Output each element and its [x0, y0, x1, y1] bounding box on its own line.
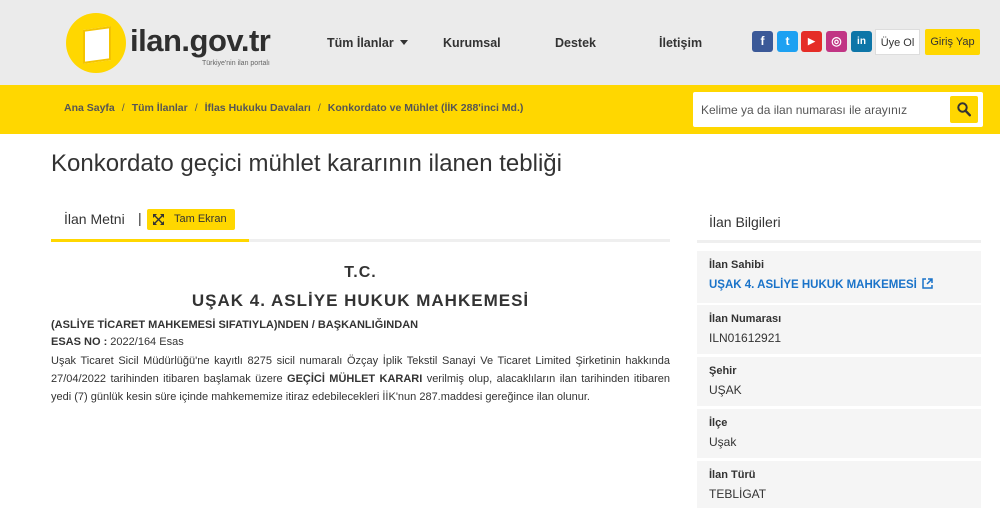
- chevron-down-icon: [399, 40, 408, 45]
- site-header: ilan.gov.tr Türkiye'nin ilan portalı Tüm…: [0, 0, 1000, 85]
- search-input[interactable]: [701, 101, 941, 119]
- info-row-district: İlçe Uşak: [697, 409, 981, 458]
- search-button[interactable]: [950, 96, 978, 123]
- fullscreen-label: Tam Ekran: [174, 213, 227, 225]
- sidebar-title: İlan Bilgileri: [709, 214, 781, 230]
- logo-text: ilan.gov.tr: [130, 23, 271, 58]
- sidebar-underline: [697, 240, 981, 243]
- info-label: İlan Sahibi: [709, 259, 765, 271]
- breadcrumb-item-concordat[interactable]: Konkordato ve Mühlet (İİK 288'inci Md.): [328, 102, 524, 114]
- search-box: [693, 92, 983, 127]
- info-row-type: İlan Türü TEBLİGAT: [697, 461, 981, 508]
- logo-subtitle: Türkiye'nin ilan portalı: [202, 60, 270, 67]
- body-text-bold: GEÇİCİ MÜHLET KARARI: [287, 373, 423, 385]
- esas-label: ESAS NO :: [51, 336, 108, 348]
- info-row-number: İlan Numarası ILN01612921: [697, 305, 981, 354]
- document-body: Uşak Ticaret Sicil Müdürlüğü'ne kayıtlı …: [51, 352, 670, 406]
- search-icon: [957, 102, 971, 117]
- site-logo[interactable]: ilan.gov.tr Türkiye'nin ilan portalı: [66, 13, 276, 75]
- tab-active-indicator: [51, 239, 249, 242]
- nav-tum-ilanlar[interactable]: Tüm İlanlar: [327, 36, 408, 50]
- info-value-owner[interactable]: UŞAK 4. ASLİYE HUKUK MAHKEMESİ: [709, 277, 933, 291]
- info-label: İlan Türü: [709, 469, 756, 481]
- logo-book-icon: [83, 26, 111, 64]
- page-title: Konkordato geçici mühlet kararının ilane…: [51, 150, 562, 177]
- info-value: UŞAK: [709, 383, 742, 397]
- info-label: Şehir: [709, 365, 737, 377]
- register-button[interactable]: Üye Ol: [875, 29, 920, 55]
- info-value: Uşak: [709, 435, 737, 449]
- tab-ilan-metni[interactable]: İlan Metni: [64, 211, 125, 227]
- info-row-city: Şehir UŞAK: [697, 357, 981, 406]
- fullscreen-button[interactable]: Tam Ekran: [147, 209, 235, 230]
- document-tc: T.C.: [344, 264, 377, 281]
- info-row-owner: İlan Sahibi UŞAK 4. ASLİYE HUKUK MAHKEME…: [697, 251, 981, 303]
- nav-kurumsal[interactable]: Kurumsal: [443, 36, 501, 50]
- info-label: İlçe: [709, 417, 728, 429]
- linkedin-icon[interactable]: in: [851, 31, 872, 52]
- breadcrumb-item-all-ads[interactable]: Tüm İlanlar: [132, 102, 188, 114]
- nav-destek[interactable]: Destek: [555, 36, 596, 50]
- facebook-icon[interactable]: f: [752, 31, 773, 52]
- external-link-icon[interactable]: [922, 278, 933, 289]
- info-value: ILN01612921: [709, 331, 782, 345]
- login-button[interactable]: Giriş Yap: [925, 29, 980, 55]
- instagram-icon[interactable]: ◎: [826, 31, 847, 52]
- tab-separator: |: [138, 210, 142, 226]
- breadcrumb-item-home[interactable]: Ana Sayfa: [64, 102, 115, 114]
- nav-iletisim[interactable]: İletişim: [659, 36, 702, 50]
- document-court: UŞAK 4. ASLİYE HUKUK MAHKEMESİ: [191, 291, 530, 310]
- breadcrumb-item-bankruptcy[interactable]: İflas Hukuku Davaları: [205, 102, 311, 114]
- owner-link[interactable]: UŞAK 4. ASLİYE HUKUK MAHKEMESİ: [709, 279, 917, 291]
- document-esas: ESAS NO : 2022/164 Esas: [51, 336, 184, 348]
- breadcrumb: Ana Sayfa / Tüm İlanlar / İflas Hukuku Daval…: [64, 102, 524, 114]
- info-label: İlan Numarası: [709, 313, 782, 325]
- twitter-icon[interactable]: t: [777, 31, 798, 52]
- nav-label: Tüm İlanlar: [327, 36, 394, 50]
- document-subtitle: (ASLİYE TİCARET MAHKEMESİ SIFATIYLA)NDEN…: [51, 319, 419, 331]
- youtube-icon[interactable]: ▶: [801, 31, 822, 52]
- info-value: TEBLİGAT: [709, 487, 767, 501]
- esas-value: 2022/164 Esas: [110, 336, 184, 348]
- expand-icon: [153, 214, 164, 225]
